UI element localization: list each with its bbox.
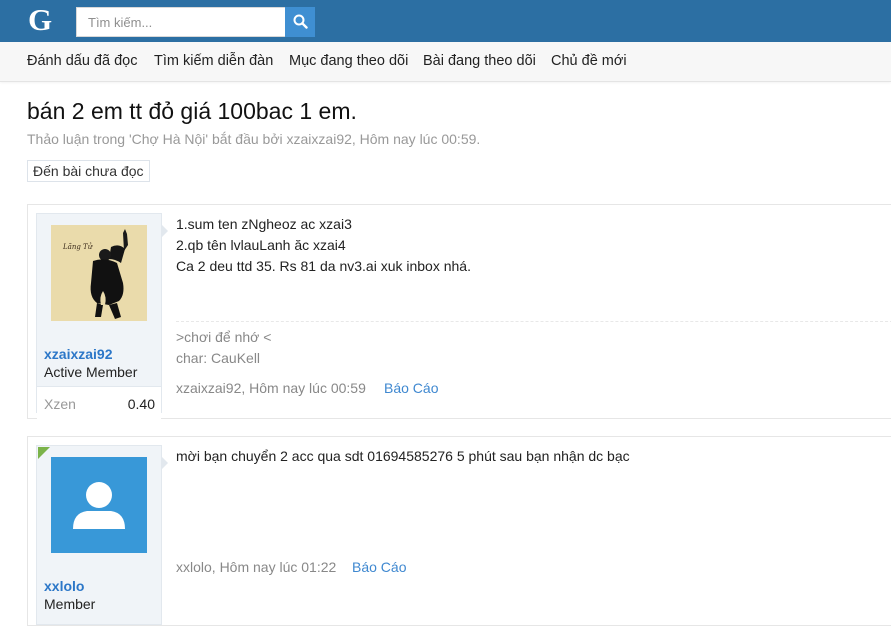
user-title: Member bbox=[44, 596, 96, 612]
avatar-image: Lãng Tử bbox=[51, 225, 147, 321]
user-stat-value: 0.40 bbox=[127, 396, 155, 412]
post-username[interactable]: xzaixzai92 bbox=[44, 346, 113, 362]
message-line: Ca 2 deu ttd 35. Rs 81 da nv3.ai xuk inb… bbox=[176, 258, 471, 274]
report-link[interactable]: Báo Cáo bbox=[384, 380, 438, 396]
user-stat-label: Xzen bbox=[44, 396, 76, 412]
message-arrow bbox=[162, 225, 168, 237]
search-input[interactable] bbox=[76, 7, 286, 37]
forum-nav-bar: Đánh dấu đã đọc Tìm kiếm diễn đàn Mục đa… bbox=[0, 42, 891, 82]
user-info-panel: Lãng Tử xzaixzai92 Active Member Xzen 0.… bbox=[36, 213, 162, 420]
user-info-panel: xxlolo Member bbox=[36, 445, 162, 625]
signature-line: >chơi để nhớ < bbox=[176, 329, 272, 345]
post-meta[interactable]: xxlolo, Hôm nay lúc 01:22 bbox=[176, 559, 336, 575]
thread-title: bán 2 em tt đỏ giá 100bac 1 em. bbox=[27, 98, 357, 124]
nav-mark-read[interactable]: Đánh dấu đã đọc bbox=[27, 53, 137, 69]
search-icon bbox=[293, 14, 308, 29]
avatar-caption: Lãng Tử bbox=[62, 242, 94, 251]
avatar[interactable] bbox=[51, 457, 147, 553]
post-username[interactable]: xxlolo bbox=[44, 578, 84, 594]
user-silhouette-icon bbox=[51, 457, 147, 553]
user-title: Active Member bbox=[44, 364, 138, 380]
site-logo[interactable]: G bbox=[28, 4, 58, 35]
nav-watched-threads[interactable]: Bài đang theo dõi bbox=[423, 53, 536, 69]
message-line: 2.qb tên lvlauLanh ăc xzai4 bbox=[176, 237, 346, 253]
report-link[interactable]: Báo Cáo bbox=[352, 559, 406, 575]
post-meta[interactable]: xzaixzai92, Hôm nay lúc 00:59 bbox=[176, 380, 366, 396]
post: xxlolo Member mời bạn chuyển 2 acc qua s… bbox=[27, 436, 891, 626]
avatar[interactable]: Lãng Tử bbox=[51, 225, 147, 321]
message-arrow bbox=[162, 457, 168, 469]
search-button[interactable] bbox=[285, 7, 315, 37]
go-to-unread-button[interactable]: Đến bài chưa đọc bbox=[27, 160, 150, 182]
signature-divider bbox=[176, 321, 891, 322]
message-line: mời bạn chuyển 2 acc qua sdt 01694585276… bbox=[176, 448, 630, 464]
nav-new-threads[interactable]: Chủ đề mới bbox=[551, 53, 627, 69]
signature-line: char: CauKell bbox=[176, 350, 261, 366]
post: Lãng Tử xzaixzai92 Active Member Xzen 0.… bbox=[27, 204, 891, 420]
nav-search-forums[interactable]: Tìm kiếm diễn đàn bbox=[154, 53, 273, 69]
nav-watched-forums[interactable]: Mục đang theo dõi bbox=[289, 53, 408, 69]
online-indicator bbox=[38, 447, 50, 459]
top-header-bar: G bbox=[0, 0, 891, 42]
message-line: 1.sum ten zNgheoz ac xzai3 bbox=[176, 216, 352, 232]
thread-subtitle: Thảo luận trong 'Chợ Hà Nội' bắt đầu bởi… bbox=[27, 131, 481, 147]
